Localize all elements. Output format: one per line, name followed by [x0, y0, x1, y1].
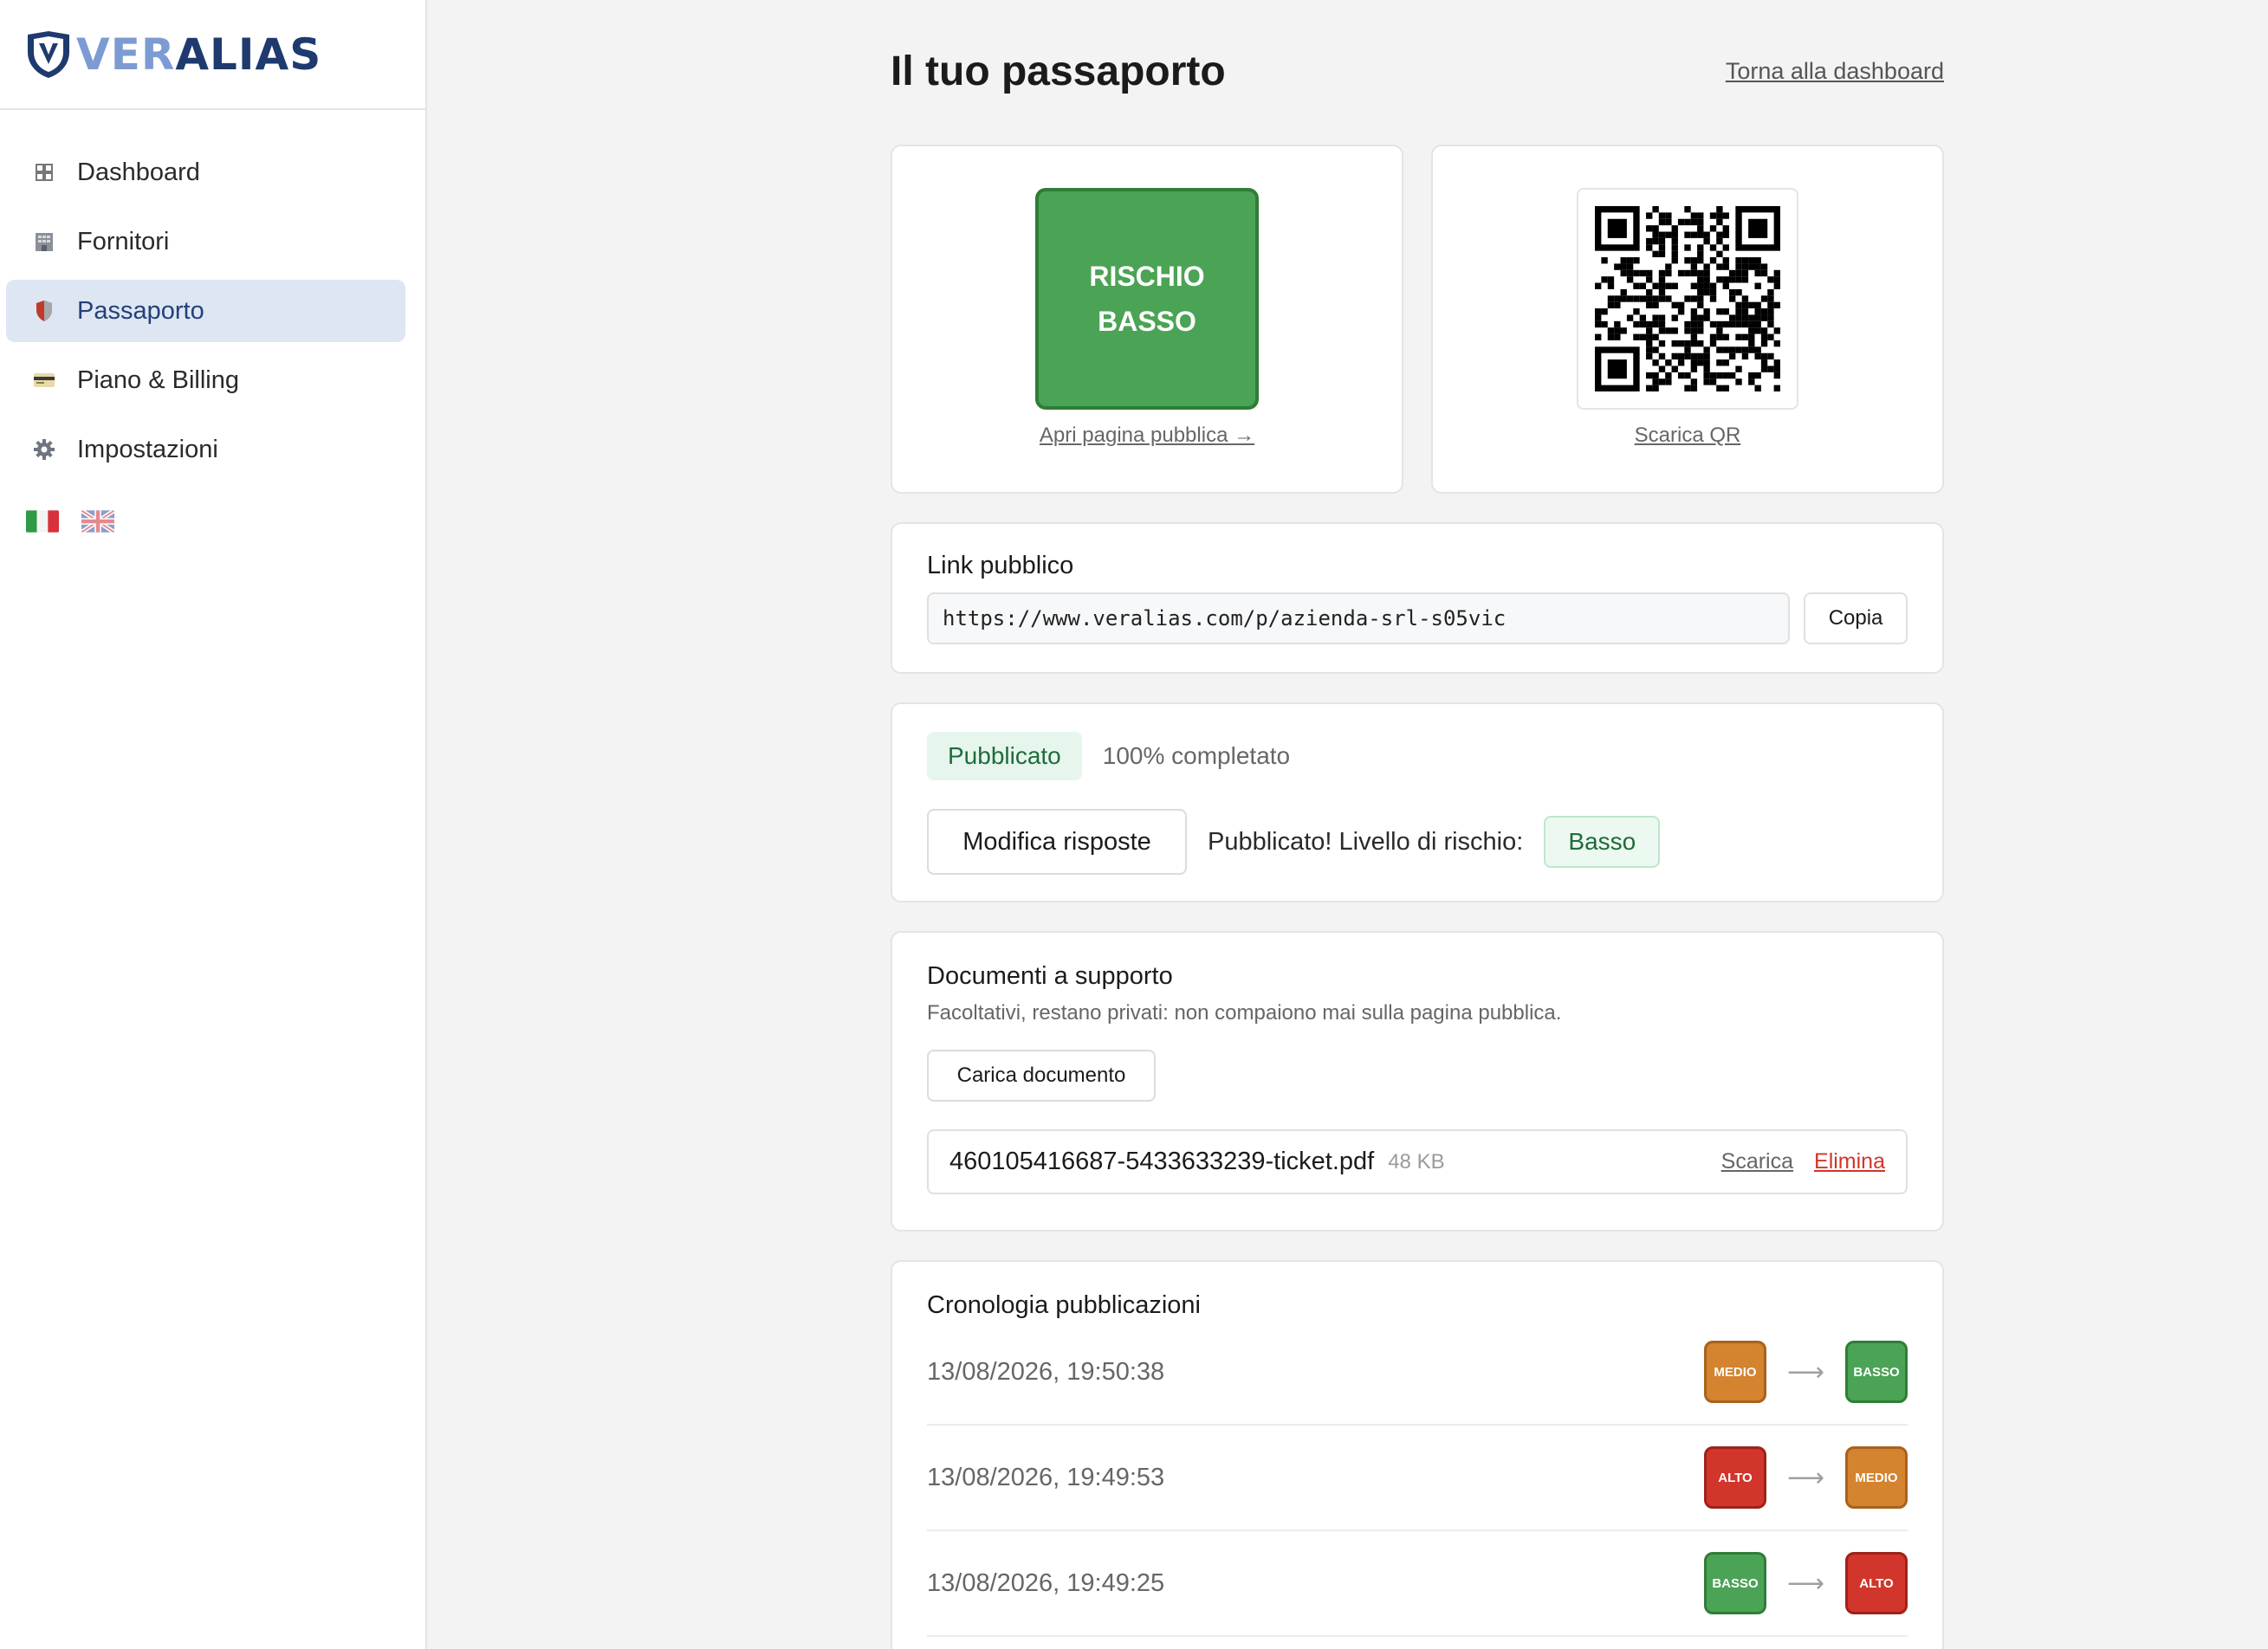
to-risk-badge: ALTO [1845, 1552, 1908, 1614]
history-row: 13/08/2026, 19:49:53 ALTO ⟶ MEDIO [927, 1426, 1908, 1531]
risk-level-pill: Basso [1544, 816, 1661, 868]
risk-line-2: BASSO [1098, 306, 1196, 337]
from-risk-badge: ALTO [1703, 1446, 1766, 1509]
sidebar-item-dashboard[interactable]: Dashboard [6, 141, 405, 204]
copy-button[interactable]: Copia [1804, 592, 1908, 644]
public-link-card: Link pubblico Copia [891, 522, 1944, 674]
supporting-documents-card: Documenti a supporto Facoltativi, restan… [891, 931, 1944, 1232]
risk-transition: MEDIO ⟶ BASSO [1703, 1341, 1908, 1403]
published-risk-text: Pubblicato! Livello di rischio: [1208, 827, 1524, 856]
to-risk-badge: BASSO [1845, 1341, 1908, 1403]
sidebar-item-impostazioni[interactable]: Impostazioni [6, 418, 405, 481]
qr-code-frame [1577, 188, 1798, 410]
from-risk-badge: BASSO [1703, 1552, 1766, 1614]
risk-transition: BASSO ⟶ ALTO [1703, 1552, 1908, 1614]
status-action-row: Modifica risposte Pubblicato! Livello di… [927, 809, 1908, 875]
status-row: Pubblicato 100% completato [927, 732, 1908, 780]
sidebar-item-billing[interactable]: Piano & Billing [6, 349, 405, 411]
sidebar: VERALIAS Dashboard Fornitori Passaporto [0, 0, 427, 1649]
from-risk-badge: MEDIO [1703, 1341, 1766, 1403]
publication-history-card: Cronologia pubblicazioni 13/08/2026, 19:… [891, 1260, 1944, 1649]
public-url-field[interactable] [927, 592, 1791, 644]
completion-text: 100% completato [1102, 742, 1291, 769]
download-qr-link[interactable]: Scarica QR [1635, 424, 1741, 448]
gear-icon [27, 432, 62, 467]
open-public-page-link[interactable]: Apri pagina pubblica → [1040, 424, 1254, 448]
upload-document-button[interactable]: Carica documento [927, 1050, 1156, 1102]
sidebar-nav: Dashboard Fornitori Passaporto Piano & B… [0, 110, 425, 481]
brand-logo[interactable]: VERALIAS [0, 0, 425, 110]
uk-flag-icon[interactable] [81, 510, 114, 533]
history-row: 13/08/2026, 19:49:25 BASSO ⟶ ALTO [927, 1531, 1908, 1637]
sidebar-item-passaporto[interactable]: Passaporto [6, 280, 405, 342]
delete-file-link[interactable]: Elimina [1814, 1149, 1885, 1174]
arrow-right-icon: ⟶ [1786, 1568, 1824, 1598]
building-icon [27, 224, 62, 259]
qr-card: Scarica QR [1431, 145, 1944, 494]
sidebar-item-label: Piano & Billing [77, 365, 239, 394]
passport-summary-row: RISCHIO BASSO Apri pagina pubblica → Sca… [891, 145, 1944, 494]
history-date: 13/08/2026, 19:50:38 [927, 1357, 1165, 1386]
download-file-link[interactable]: Scarica [1721, 1149, 1793, 1174]
arrow-right-icon: ⟶ [1786, 1463, 1824, 1492]
risk-level-badge: RISCHIO BASSO [1035, 188, 1259, 410]
grid-icon [27, 155, 62, 190]
publication-status-card: Pubblicato 100% completato Modifica risp… [891, 702, 1944, 902]
history-date: 13/08/2026, 19:49:53 [927, 1463, 1165, 1491]
sidebar-item-fornitori[interactable]: Fornitori [6, 210, 405, 273]
documents-title: Documenti a supporto [927, 962, 1173, 990]
italy-flag-icon[interactable] [26, 510, 59, 533]
arrow-right-icon: ⟶ [1786, 1357, 1824, 1387]
history-title: Cronologia pubblicazioni [927, 1291, 1201, 1319]
sidebar-item-label: Impostazioni [77, 435, 218, 463]
language-switcher [0, 488, 425, 533]
documents-subtitle: Facoltativi, restano privati: non compai… [927, 1001, 1562, 1025]
back-to-dashboard-link[interactable]: Torna alla dashboard [1726, 58, 1944, 85]
shield-icon [27, 294, 62, 328]
qr-code-icon [1595, 206, 1780, 391]
status-badge: Pubblicato [927, 732, 1082, 780]
brand-name-part1: VER [76, 29, 176, 80]
shield-logo-icon [28, 30, 69, 78]
sidebar-item-label: Fornitori [77, 227, 170, 255]
file-size: 48 KB [1388, 1149, 1445, 1174]
credit-card-icon [27, 363, 62, 398]
to-risk-badge: MEDIO [1845, 1446, 1908, 1509]
brand-name-part2: ALIAS [175, 29, 322, 80]
risk-line-1: RISCHIO [1089, 261, 1205, 292]
file-actions: Scarica Elimina [1721, 1149, 1885, 1174]
history-row: 13/08/2026, 19:50:38 MEDIO ⟶ BASSO [927, 1320, 1908, 1426]
sidebar-item-label: Dashboard [77, 158, 200, 186]
history-date: 13/08/2026, 19:49:25 [927, 1568, 1165, 1597]
file-row: 460105416687-5433633239-ticket.pdf 48 KB… [927, 1129, 1908, 1194]
page-title: Il tuo passaporto [891, 48, 1226, 94]
file-name: 460105416687-5433633239-ticket.pdf [949, 1148, 1375, 1175]
page-header: Il tuo passaporto Torna alla dashboard [891, 0, 1944, 145]
sidebar-item-label: Passaporto [77, 296, 204, 325]
public-link-title: Link pubblico [927, 552, 1074, 579]
risk-card: RISCHIO BASSO Apri pagina pubblica → [891, 145, 1403, 494]
edit-answers-button[interactable]: Modifica risposte [927, 809, 1187, 875]
public-link-row: Copia [927, 592, 1908, 644]
risk-transition: ALTO ⟶ MEDIO [1703, 1446, 1908, 1509]
main-content: Il tuo passaporto Torna alla dashboard R… [891, 0, 1944, 1649]
